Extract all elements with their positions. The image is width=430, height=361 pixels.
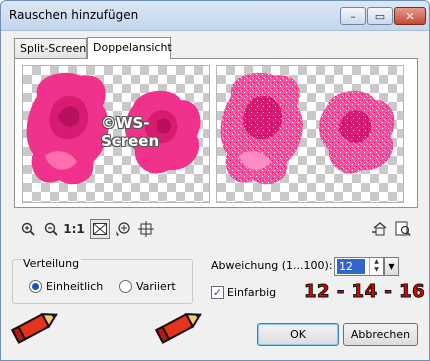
fit-window-icon[interactable]: [90, 219, 110, 239]
pan-icon[interactable]: [136, 219, 156, 239]
tab-doppelansicht[interactable]: Doppelansicht: [87, 37, 172, 59]
deviation-dropdown-button[interactable]: ▼: [384, 257, 399, 276]
actual-size-button[interactable]: 1:1: [63, 219, 85, 239]
preview-noise[interactable]: [216, 65, 404, 203]
maximize-icon: ▭: [374, 9, 386, 23]
minimize-button[interactable]: –: [340, 7, 366, 25]
pencil-icon: [10, 313, 58, 344]
annotation-values: 12 - 14 - 16: [303, 281, 426, 303]
distribution-label: Verteilung: [21, 257, 82, 270]
window-title: Rauschen hinzufügen: [9, 8, 139, 22]
navigate-icon[interactable]: [113, 219, 133, 239]
cancel-button[interactable]: Abbrechen: [343, 323, 418, 346]
watermark-text: ©WS- Screen: [101, 114, 160, 150]
chevron-down-icon: ▼: [388, 262, 395, 271]
einfarbig-label: Einfarbig: [227, 286, 277, 299]
deviation-value[interactable]: 12: [337, 259, 365, 274]
spin-down-icon[interactable]: ▼: [370, 266, 383, 274]
preview-original[interactable]: ©WS- Screen: [22, 65, 210, 203]
ok-button[interactable]: OK: [257, 323, 339, 346]
close-icon: ✕: [405, 9, 415, 23]
radio-einheitlich-label: Einheitlich: [46, 280, 104, 293]
zoom-out-icon[interactable]: [41, 219, 61, 239]
radio-selected-icon: [29, 280, 42, 293]
minimize-icon: –: [350, 9, 356, 23]
checkmark-icon: ✓: [211, 286, 224, 299]
radio-unselected-icon: [119, 280, 132, 293]
tab-split-screen[interactable]: Split-Screen: [14, 38, 87, 59]
zoom-in-icon[interactable]: [18, 219, 38, 239]
radio-variiert[interactable]: Variiert: [119, 280, 176, 293]
title-bar[interactable]: Rauschen hinzufügen – ▭ ✕: [1, 1, 429, 31]
radio-einheitlich[interactable]: Einheitlich: [29, 280, 103, 293]
rose-with-noise-image: [220, 72, 395, 185]
dialog-window: Rauschen hinzufügen – ▭ ✕ Split-Screen D…: [0, 0, 430, 361]
radio-variiert-label: Variiert: [136, 280, 176, 293]
deviation-label: Abweichung (1...100):: [211, 259, 333, 272]
spin-arrows[interactable]: ▲ ▼: [369, 258, 383, 275]
preview-panel: ©WS- Screen: [14, 58, 418, 208]
preview-icon[interactable]: [393, 219, 413, 239]
einfarbig-checkbox[interactable]: ✓ Einfarbig: [211, 286, 276, 299]
maximize-button[interactable]: ▭: [367, 7, 393, 25]
deviation-spinbox[interactable]: 12 ▲ ▼: [334, 257, 384, 276]
spin-up-icon[interactable]: ▲: [370, 258, 383, 266]
reset-icon[interactable]: [370, 219, 390, 239]
close-button[interactable]: ✕: [394, 7, 426, 25]
pencil-icon: [154, 313, 202, 344]
